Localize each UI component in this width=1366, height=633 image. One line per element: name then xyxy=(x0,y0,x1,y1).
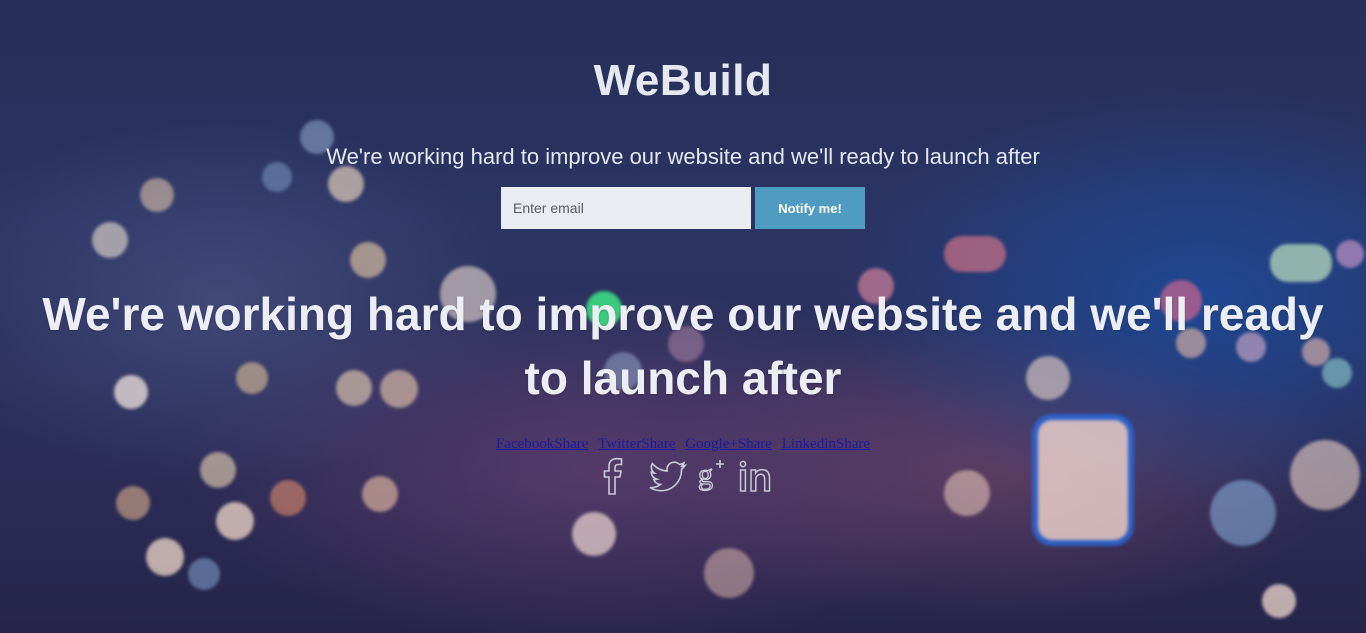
headline: We're working hard to improve our websit… xyxy=(42,288,1324,404)
facebook-icon xyxy=(603,457,623,495)
google-plus-icon-link[interactable]: g xyxy=(696,457,730,495)
google-plus-icon: g xyxy=(697,457,724,492)
twitter-icon-link[interactable] xyxy=(648,459,688,495)
empty-link[interactable] xyxy=(636,457,640,495)
facebook-icon-link[interactable] xyxy=(598,457,628,495)
linkedin-icon xyxy=(739,460,771,492)
linkedin-icon-link[interactable] xyxy=(738,459,774,495)
coming-soon-page: WeBuild We're working hard to improve ou… xyxy=(0,0,1366,633)
tagline: We're working hard to improve our websit… xyxy=(326,144,1040,169)
linkedin-share-link[interactable]: LinkedinShare xyxy=(782,436,870,452)
notify-form: Notify me! xyxy=(501,187,865,229)
notify-button[interactable]: Notify me! xyxy=(755,187,865,229)
brand-title: WeBuild xyxy=(593,56,773,105)
twitter-share-link[interactable]: TwitterShare xyxy=(598,436,675,452)
share-links: FacebookShare TwitterShare Google+Share … xyxy=(0,436,1366,453)
email-input[interactable] xyxy=(501,187,751,229)
svg-text:g: g xyxy=(698,458,713,491)
facebook-share-link[interactable]: FacebookShare xyxy=(496,436,588,452)
google-plus-share-link[interactable]: Google+Share xyxy=(685,436,772,452)
twitter-icon xyxy=(649,461,688,492)
social-icons: g xyxy=(598,457,774,495)
